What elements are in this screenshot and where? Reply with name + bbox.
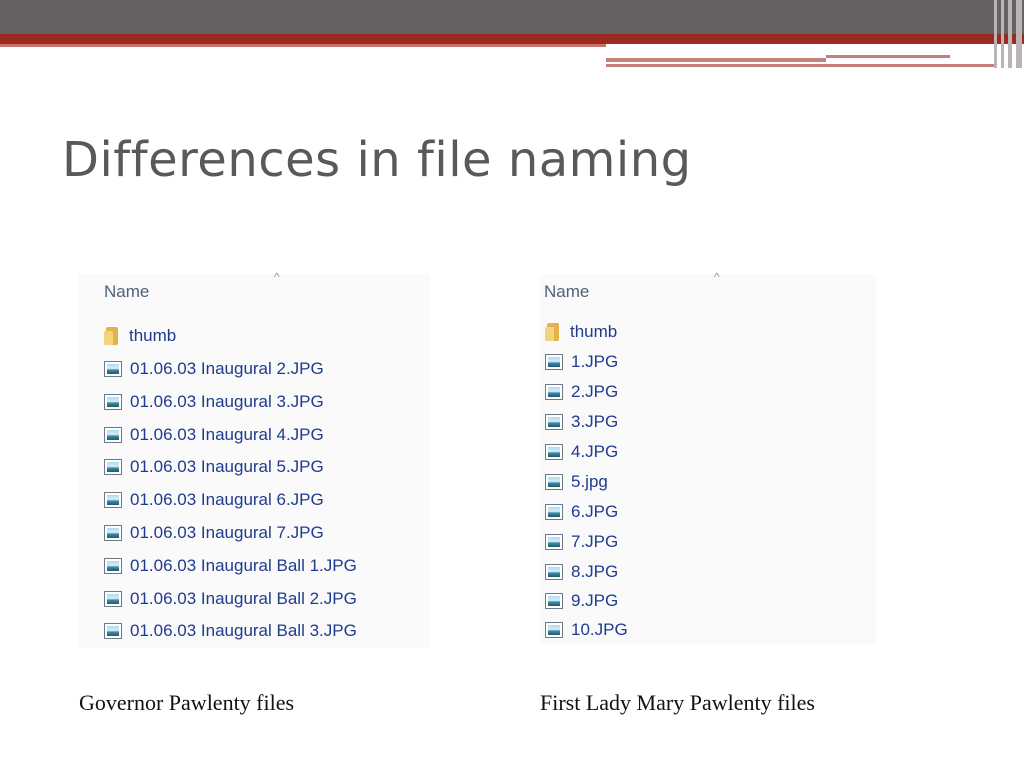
banner-red-band [0, 34, 1024, 44]
folder-icon [104, 327, 121, 345]
list-item[interactable]: 6.JPG [545, 500, 618, 524]
list-item[interactable]: 3.JPG [545, 410, 618, 434]
sort-caret-icon[interactable]: ^ [714, 270, 720, 284]
list-item-folder[interactable]: thumb [545, 320, 617, 344]
banner-accent-line [606, 64, 994, 67]
banner-accent-line [606, 58, 826, 62]
list-item[interactable]: 9.JPG [545, 589, 618, 613]
left-file-list: ^ Name thumb 01.06.03 Inaugural 2.JPG 01… [78, 270, 430, 648]
list-item[interactable]: 01.06.03 Inaugural Ball 1.JPG [104, 554, 357, 578]
image-file-icon [545, 444, 563, 460]
banner-stripe [1008, 0, 1012, 68]
list-item-folder[interactable]: thumb [104, 324, 176, 348]
image-file-icon [545, 564, 563, 580]
image-file-icon [104, 623, 122, 639]
image-file-icon [545, 354, 563, 370]
list-item[interactable]: 7.JPG [545, 530, 618, 554]
image-file-icon [104, 394, 122, 410]
caption-governor-files: Governor Pawlenty files [79, 690, 295, 715]
banner-dark-band [0, 0, 1024, 34]
image-file-icon [545, 622, 563, 638]
image-file-icon [545, 504, 563, 520]
caption-first-lady-files: First Lady Mary Pawlenty files [540, 690, 815, 715]
image-file-icon [104, 492, 122, 508]
image-file-icon [104, 591, 122, 607]
list-item[interactable]: 1.JPG [545, 350, 618, 374]
list-item[interactable]: 01.06.03 Inaugural 6.JPG [104, 488, 324, 512]
banner-stripe [994, 0, 997, 68]
folder-icon [545, 323, 562, 341]
list-item[interactable]: 01.06.03 Inaugural 2.JPG [104, 357, 324, 381]
slide-title: Differences in file naming [62, 132, 692, 188]
image-file-icon [104, 361, 122, 377]
list-item[interactable]: 8.JPG [545, 560, 618, 584]
right-file-list: ^ Name thumb 1.JPG 2.JPG 3.JPG 4.JPG 5.j… [540, 270, 876, 644]
list-item[interactable]: 01.06.03 Inaugural Ball 3.JPG [104, 619, 357, 643]
column-header-name[interactable]: Name [104, 282, 149, 302]
image-file-icon [545, 384, 563, 400]
list-item[interactable]: 5.jpg [545, 470, 608, 494]
list-item[interactable]: 01.06.03 Inaugural 3.JPG [104, 390, 324, 414]
column-header-name[interactable]: Name [544, 282, 589, 302]
list-item[interactable]: 01.06.03 Inaugural 4.JPG [104, 423, 324, 447]
banner-accent-line [826, 55, 950, 58]
banner-stripe [1016, 0, 1022, 68]
image-file-icon [545, 593, 563, 609]
list-item[interactable]: 10.JPG [545, 618, 628, 642]
image-file-icon [104, 558, 122, 574]
list-item[interactable]: 2.JPG [545, 380, 618, 404]
list-item[interactable]: 01.06.03 Inaugural 5.JPG [104, 455, 324, 479]
image-file-icon [545, 414, 563, 430]
image-file-icon [545, 474, 563, 490]
sort-caret-icon[interactable]: ^ [274, 270, 280, 284]
list-item[interactable]: 01.06.03 Inaugural 7.JPG [104, 521, 324, 545]
list-item[interactable]: 01.06.03 Inaugural Ball 2.JPG [104, 587, 357, 611]
image-file-icon [545, 534, 563, 550]
image-file-icon [104, 459, 122, 475]
list-item[interactable]: 4.JPG [545, 440, 618, 464]
banner-stripe [1001, 0, 1004, 68]
image-file-icon [104, 525, 122, 541]
image-file-icon [104, 427, 122, 443]
banner-red-line [0, 44, 606, 47]
